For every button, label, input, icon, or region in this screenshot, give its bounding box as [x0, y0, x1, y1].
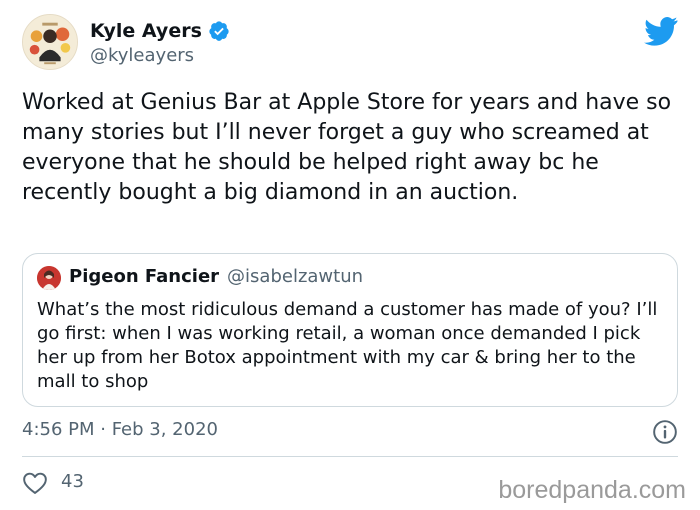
- author-handle[interactable]: @kyleayers: [90, 45, 194, 66]
- quoted-name-row: Pigeon Fancier @isabelzawtun: [69, 266, 363, 287]
- avatar-photo: [23, 15, 77, 69]
- tweet-card: Kyle Ayers @kyleayers Worked at Genius B…: [0, 0, 700, 510]
- quoted-author-handle[interactable]: @isabelzawtun: [227, 266, 363, 287]
- quoted-tweet[interactable]: Pigeon Fancier @isabelzawtun What’s the …: [22, 253, 678, 407]
- heart-icon[interactable]: [22, 471, 48, 495]
- quoted-author-avatar[interactable]: [37, 266, 61, 290]
- author-name-row: Kyle Ayers: [90, 20, 230, 42]
- quoted-author-name[interactable]: Pigeon Fancier: [69, 266, 219, 287]
- quoted-tweet-text: What’s the most ridiculous demand a cust…: [37, 299, 658, 392]
- twitter-bird-icon[interactable]: [644, 16, 678, 46]
- tweet-text: Worked at Genius Bar at Apple Store for …: [22, 90, 672, 205]
- author-avatar[interactable]: [22, 14, 78, 70]
- like-count: 43: [61, 471, 84, 492]
- avatar-photo: [37, 266, 61, 290]
- tweet-timestamp[interactable]: 4:56 PM · Feb 3, 2020: [22, 419, 218, 440]
- verified-badge-icon: [209, 21, 229, 41]
- author-name[interactable]: Kyle Ayers: [90, 20, 202, 42]
- divider: [22, 456, 678, 457]
- info-icon[interactable]: [652, 419, 678, 445]
- watermark: boredpanda.com: [498, 476, 686, 504]
